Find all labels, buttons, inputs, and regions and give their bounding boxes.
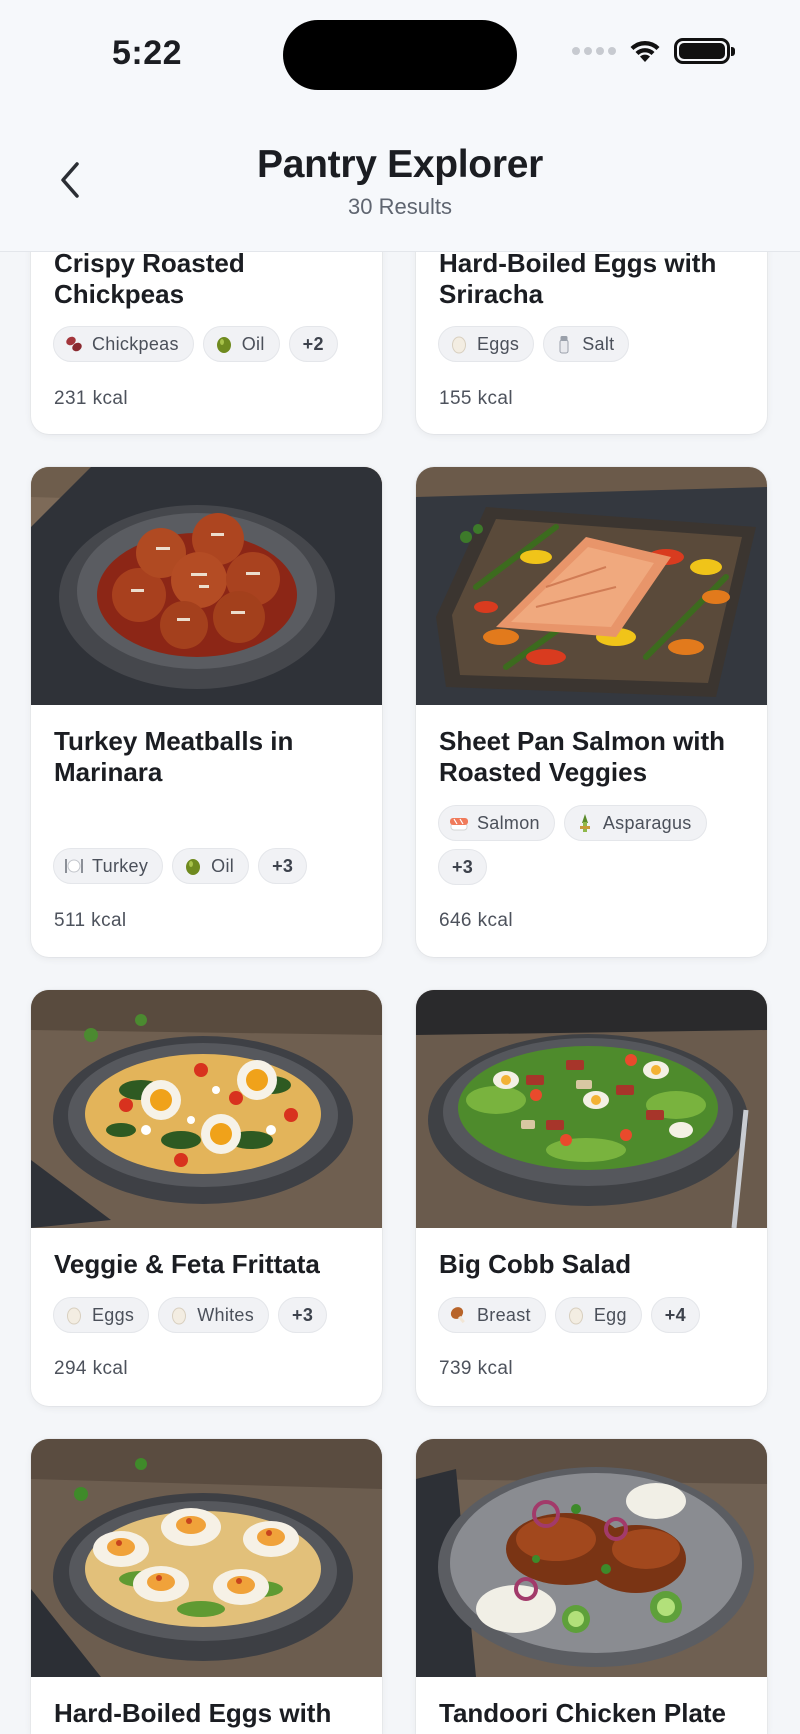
calorie-count: 646 kcal xyxy=(439,910,513,931)
recipe-card[interactable]: Sheet Pan Salmon with Roasted Veggies Sa… xyxy=(416,467,767,957)
ingredient-chip[interactable]: Egg xyxy=(554,1297,642,1333)
asparagus-icon xyxy=(575,813,595,833)
cellular-signal-icon xyxy=(572,47,616,55)
ingredient-chip[interactable]: Eggs xyxy=(53,1297,150,1333)
ingredient-chips: Eggs Salt xyxy=(438,326,751,362)
beans-icon xyxy=(64,334,84,354)
more-ingredients-chip[interactable]: +3 xyxy=(278,1297,328,1333)
ingredient-chips: Eggs Whites +3 xyxy=(53,1297,366,1333)
recipe-card[interactable]: Big Cobb Salad Breast Egg +4 739 kcal xyxy=(416,990,767,1406)
dynamic-island xyxy=(283,20,517,90)
egg-icon xyxy=(566,1305,586,1325)
ingredient-chip[interactable]: Whites xyxy=(158,1297,270,1333)
ingredient-chip[interactable]: Chickpeas xyxy=(53,326,194,362)
recipe-title: Hard-Boiled Eggs with Sriracha xyxy=(439,248,717,309)
calorie-count: 231 kcal xyxy=(54,388,128,409)
more-ingredients-chip[interactable]: +3 xyxy=(258,848,308,884)
ingredient-chip[interactable]: Eggs xyxy=(438,326,535,362)
sushi-icon xyxy=(449,813,469,833)
recipe-photo xyxy=(416,467,767,705)
ingredient-chip[interactable]: Breast xyxy=(438,1297,546,1333)
recipe-title: Big Cobb Salad xyxy=(439,1249,632,1279)
recipe-card[interactable]: Turkey Meatballs in Marinara Turkey Oil … xyxy=(31,467,382,957)
battery-icon xyxy=(674,38,735,64)
recipe-photo xyxy=(31,1439,382,1677)
recipe-title: Turkey Meatballs in Marinara xyxy=(54,726,294,787)
more-ingredients-chip[interactable]: +3 xyxy=(438,849,488,885)
ingredient-chip[interactable]: Salt xyxy=(543,326,630,362)
recipe-photo xyxy=(416,1439,767,1677)
recipe-card[interactable]: Tandoori Chicken Plate xyxy=(416,1439,767,1734)
ingredient-chip[interactable]: Turkey xyxy=(53,848,164,884)
olive-icon xyxy=(183,856,203,876)
recipe-title: Veggie & Feta Frittata xyxy=(54,1249,320,1279)
plate-icon xyxy=(64,856,84,876)
more-ingredients-chip[interactable]: +2 xyxy=(288,326,338,362)
olive-icon xyxy=(214,334,234,354)
ingredient-chip[interactable]: Salmon xyxy=(438,805,555,841)
results-count: 30 Results xyxy=(348,194,452,219)
egg-icon xyxy=(169,1305,189,1325)
navigation-header: 5:22 Pantry Explorer 30 Results xyxy=(0,0,800,252)
status-icons xyxy=(572,38,735,64)
egg-icon xyxy=(449,334,469,354)
calorie-count: 739 kcal xyxy=(439,1358,513,1379)
recipe-photo xyxy=(31,467,382,705)
drumstick-icon xyxy=(449,1305,469,1325)
recipe-title: Tandoori Chicken Plate xyxy=(439,1698,727,1728)
ingredient-chip[interactable]: Oil xyxy=(202,326,280,362)
salt-shaker-icon xyxy=(554,334,574,354)
ingredient-chip[interactable]: Asparagus xyxy=(563,805,707,841)
more-ingredients-chip[interactable]: +4 xyxy=(650,1297,700,1333)
calorie-count: 155 kcal xyxy=(439,388,513,409)
recipe-card[interactable]: Veggie & Feta Frittata Eggs Whites +3 29… xyxy=(31,990,382,1406)
recipe-title: Hard-Boiled Eggs with xyxy=(54,1698,332,1728)
recipe-photo xyxy=(416,990,767,1228)
recipe-card[interactable]: Hard-Boiled Eggs with xyxy=(31,1439,382,1734)
ingredient-chip[interactable]: Oil xyxy=(172,848,250,884)
ingredient-chips: Breast Egg +4 xyxy=(438,1297,751,1333)
calorie-count: 294 kcal xyxy=(54,1358,128,1379)
status-time: 5:22 xyxy=(112,34,183,72)
ingredient-chips: Turkey Oil +3 xyxy=(53,848,366,884)
page-title: Pantry Explorer xyxy=(257,143,543,186)
recipe-photo xyxy=(31,990,382,1228)
ingredient-chips: Salmon Asparagus +3 xyxy=(438,805,751,885)
ingredient-chips: Chickpeas Oil +2 xyxy=(53,326,366,362)
calorie-count: 511 kcal xyxy=(54,910,127,931)
egg-icon xyxy=(64,1305,84,1325)
recipe-title: Sheet Pan Salmon with Roasted Veggies xyxy=(439,726,726,787)
recipe-title: Crispy Roasted Chickpeas xyxy=(54,248,245,309)
wifi-icon xyxy=(630,40,660,62)
